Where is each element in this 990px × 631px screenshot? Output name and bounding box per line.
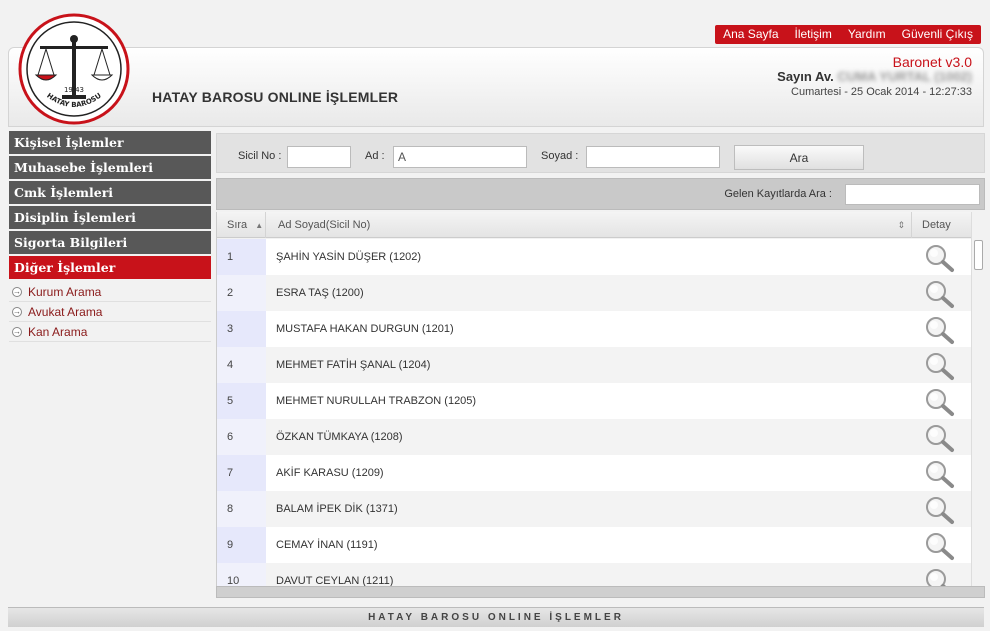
table-body: 1 ŞAHİN YASİN DÜŞER (1202) 2 ESRA TAŞ (1… bbox=[217, 239, 972, 586]
search-form: Sicil No : Ad : Soyad : Ara bbox=[216, 133, 985, 173]
magnifier-icon[interactable] bbox=[924, 315, 956, 345]
sicil-label: Sicil No : bbox=[238, 150, 282, 162]
table-row: 7 AKİF KARASU (1209) bbox=[217, 455, 972, 491]
row-number: 1 bbox=[217, 239, 266, 275]
table-row: 3 MUSTAFA HAKAN DURGUN (1201) bbox=[217, 311, 972, 347]
table-row: 1 ŞAHİN YASİN DÜŞER (1202) bbox=[217, 239, 972, 275]
row-name: ESRA TAŞ (1200) bbox=[276, 287, 364, 299]
menu-accounting[interactable]: Muhasebe İşlemleri bbox=[9, 156, 211, 179]
nav-logout-link[interactable]: Güvenli Çıkış bbox=[894, 25, 981, 44]
row-number: 6 bbox=[217, 419, 266, 455]
sicil-input[interactable] bbox=[287, 146, 351, 168]
table-bottom-bar bbox=[216, 586, 985, 598]
main-content: Sicil No : Ad : Soyad : Ara Gelen Kayıtl… bbox=[216, 131, 985, 599]
sub-menu: → Kurum Arama → Avukat Arama → Kan Arama bbox=[9, 282, 211, 342]
sidebar: Kişisel İşlemler Muhasebe İşlemleri Cmk … bbox=[9, 131, 211, 342]
col-no-label: Sıra bbox=[227, 219, 248, 231]
magnifier-icon[interactable] bbox=[924, 423, 956, 453]
datetime-label: Cumartesi - 25 Ocak 2014 - 12:27:33 bbox=[791, 86, 972, 98]
arrow-right-icon: → bbox=[12, 306, 22, 317]
col-detail-label: Detay bbox=[922, 219, 951, 231]
bar-association-logo: 19 43 HATAY BAROSU bbox=[18, 13, 130, 125]
sort-both-icon: ⇕ bbox=[897, 220, 905, 230]
sub-item-lawyer-search[interactable]: → Avukat Arama bbox=[9, 302, 211, 322]
row-name: DAVUT CEYLAN (1211) bbox=[276, 575, 394, 586]
magnifier-icon[interactable] bbox=[924, 243, 956, 273]
row-number: 10 bbox=[217, 563, 266, 586]
table-header: Sıra ▲ Ad Soyad(Sicil No) ⇕ Detay bbox=[217, 212, 972, 238]
menu-cmk[interactable]: Cmk İşlemleri bbox=[9, 181, 211, 204]
filter-label: Gelen Kayıtlarda Ara : bbox=[724, 188, 832, 200]
user-name: CUMA YURTAL (1002) bbox=[837, 69, 972, 84]
row-name: MEHMET NURULLAH TRABZON (1205) bbox=[276, 395, 477, 407]
filter-input[interactable] bbox=[845, 184, 980, 205]
user-prefix: Sayın Av. bbox=[777, 69, 834, 84]
arrow-right-icon: → bbox=[12, 286, 22, 297]
col-name-header[interactable]: Ad Soyad(Sicil No) ⇕ bbox=[266, 212, 912, 238]
table-row: 2 ESRA TAŞ (1200) bbox=[217, 275, 972, 311]
table-row: 4 MEHMET FATİH ŞANAL (1204) bbox=[217, 347, 972, 383]
row-number: 4 bbox=[217, 347, 266, 383]
row-number: 8 bbox=[217, 491, 266, 527]
row-name: MEHMET FATİH ŞANAL (1204) bbox=[276, 359, 431, 371]
sub-item-label: Kurum Arama bbox=[28, 284, 102, 299]
row-number: 9 bbox=[217, 527, 266, 563]
top-nav: Ana Sayfa İletişim Yardım Güvenli Çıkış bbox=[715, 25, 981, 44]
row-number: 5 bbox=[217, 383, 266, 419]
col-detail-header: Detay bbox=[912, 212, 972, 238]
magnifier-icon[interactable] bbox=[924, 387, 956, 417]
table-scrollbar[interactable] bbox=[971, 212, 985, 586]
magnifier-icon[interactable] bbox=[924, 495, 956, 525]
soyad-input[interactable] bbox=[586, 146, 720, 168]
menu-other[interactable]: Diğer İşlemler bbox=[9, 256, 211, 279]
ad-label: Ad : bbox=[365, 150, 385, 162]
nav-contact-link[interactable]: İletişim bbox=[787, 25, 840, 44]
nav-home-link[interactable]: Ana Sayfa bbox=[715, 25, 786, 44]
col-no-header[interactable]: Sıra ▲ bbox=[217, 212, 266, 238]
version-label: Baronet v3.0 bbox=[892, 54, 972, 70]
nav-help-link[interactable]: Yardım bbox=[840, 25, 894, 44]
magnifier-icon[interactable] bbox=[924, 351, 956, 381]
table-row: 6 ÖZKAN TÜMKAYA (1208) bbox=[217, 419, 972, 455]
footer: HATAY BAROSU ONLINE İŞLEMLER bbox=[8, 607, 984, 627]
table-row: 5 MEHMET NURULLAH TRABZON (1205) bbox=[217, 383, 972, 419]
table-row: 8 BALAM İPEK DİK (1371) bbox=[217, 491, 972, 527]
header: Ana Sayfa İletişim Yardım Güvenli Çıkış … bbox=[8, 5, 984, 127]
table-row: 10 DAVUT CEYLAN (1211) bbox=[217, 563, 972, 586]
row-name: ŞAHİN YASİN DÜŞER (1202) bbox=[276, 251, 422, 263]
sub-item-blood-search[interactable]: → Kan Arama bbox=[9, 322, 211, 342]
menu-personal[interactable]: Kişisel İşlemler bbox=[9, 131, 211, 154]
sort-up-icon: ▲ bbox=[255, 221, 264, 230]
site-title: HATAY BAROSU ONLINE İŞLEMLER bbox=[152, 89, 399, 105]
row-name: BALAM İPEK DİK (1371) bbox=[276, 503, 398, 515]
sub-item-label: Kan Arama bbox=[28, 324, 88, 339]
magnifier-icon[interactable] bbox=[924, 531, 956, 561]
row-number: 2 bbox=[217, 275, 266, 311]
row-name: MUSTAFA HAKAN DURGUN (1201) bbox=[276, 323, 454, 335]
magnifier-icon[interactable] bbox=[924, 567, 956, 586]
table-row: 9 CEMAY İNAN (1191) bbox=[217, 527, 972, 563]
search-button[interactable]: Ara bbox=[734, 145, 864, 170]
col-name-label: Ad Soyad(Sicil No) bbox=[278, 219, 371, 231]
magnifier-icon[interactable] bbox=[924, 279, 956, 309]
magnifier-icon[interactable] bbox=[924, 459, 956, 489]
row-number: 7 bbox=[217, 455, 266, 491]
result-filter-bar: Gelen Kayıtlarda Ara : bbox=[216, 178, 985, 210]
sub-item-label: Avukat Arama bbox=[28, 304, 103, 319]
results-table: Sıra ▲ Ad Soyad(Sicil No) ⇕ Detay 1 ŞAHİ… bbox=[216, 212, 985, 586]
row-name: CEMAY İNAN (1191) bbox=[276, 539, 378, 551]
arrow-right-icon: → bbox=[12, 326, 22, 337]
row-name: AKİF KARASU (1209) bbox=[276, 467, 384, 479]
ad-input[interactable] bbox=[393, 146, 527, 168]
menu-insurance[interactable]: Sigorta Bilgileri bbox=[9, 231, 211, 254]
user-greeting: Sayın Av. CUMA YURTAL (1002) bbox=[777, 69, 972, 84]
menu-discipline[interactable]: Disiplin İşlemleri bbox=[9, 206, 211, 229]
row-number: 3 bbox=[217, 311, 266, 347]
row-name: ÖZKAN TÜMKAYA (1208) bbox=[276, 431, 403, 443]
svg-text:19 43: 19 43 bbox=[64, 86, 84, 94]
soyad-label: Soyad : bbox=[541, 150, 579, 162]
scrollbar-thumb[interactable] bbox=[974, 240, 983, 270]
sub-item-institution-search[interactable]: → Kurum Arama bbox=[9, 282, 211, 302]
